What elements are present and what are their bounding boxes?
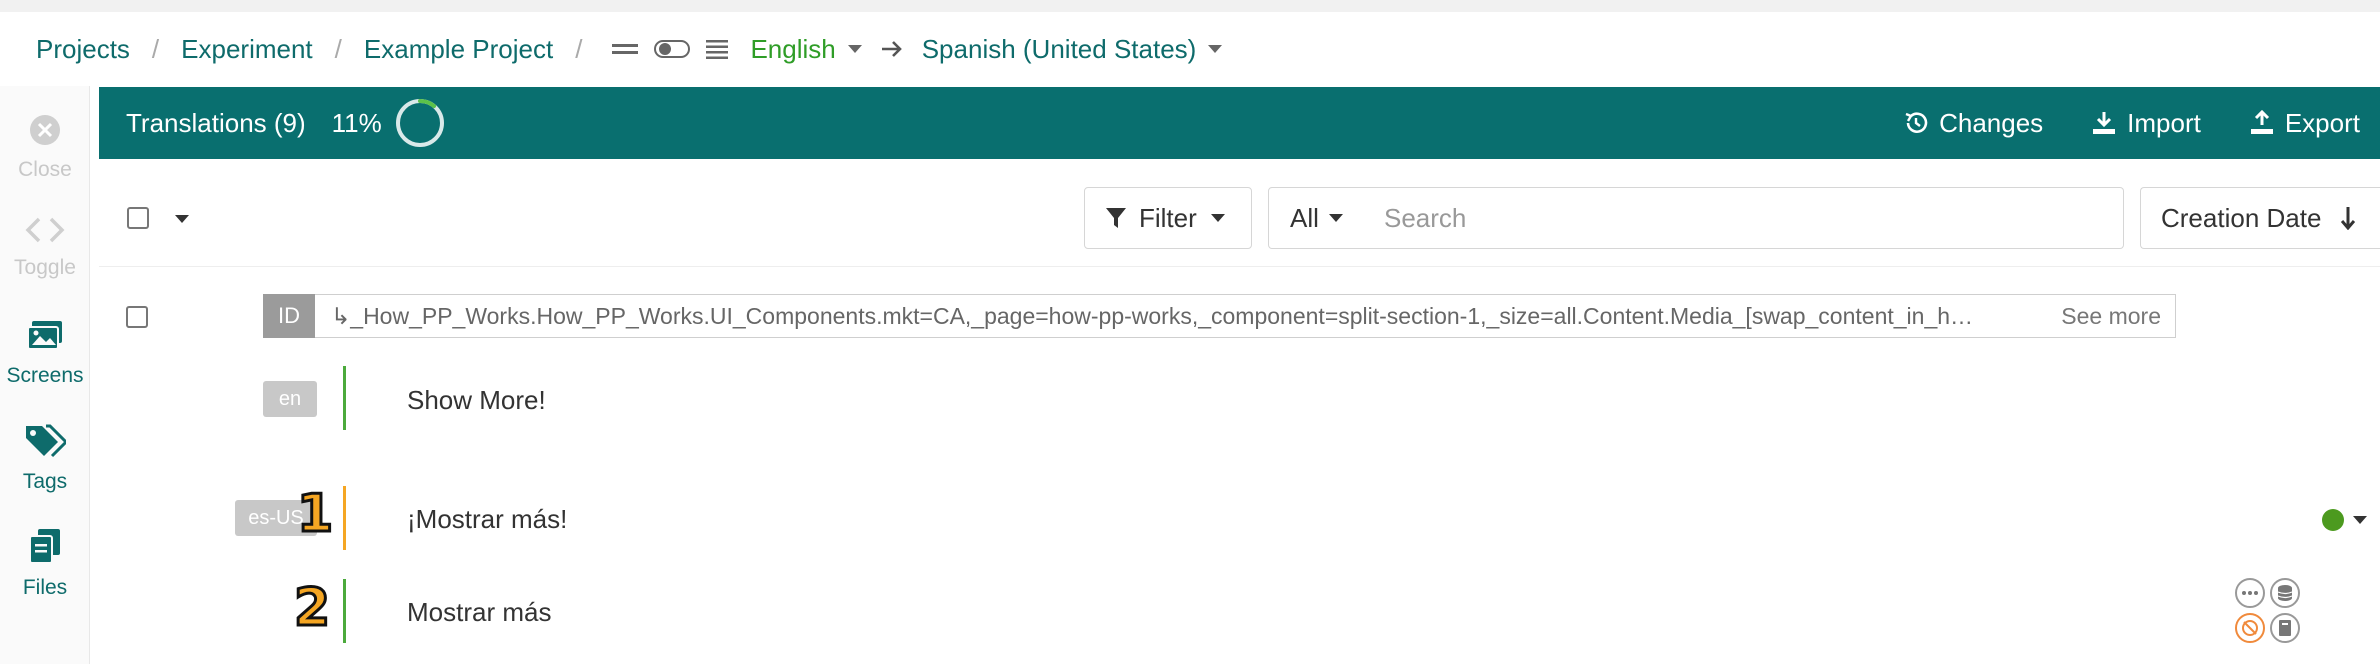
top-strip bbox=[0, 0, 2380, 12]
source-text: Show More! bbox=[407, 385, 546, 415]
header-actions: Changes Import Export bbox=[1903, 108, 2380, 139]
no-match-icon[interactable] bbox=[2235, 613, 2265, 643]
sort-label: Creation Date bbox=[2161, 202, 2322, 233]
sidebar-item-label: Files bbox=[22, 576, 68, 599]
progress-percent: 11% bbox=[331, 107, 382, 138]
sidebar-item-screens[interactable]: Screens bbox=[0, 320, 90, 388]
images-icon bbox=[27, 321, 62, 350]
filter-label: Filter bbox=[1139, 202, 1197, 233]
sidebar: Close Toggle Screens Tags Files bbox=[0, 86, 90, 664]
filter-icon bbox=[1106, 208, 1126, 228]
history-icon bbox=[1905, 112, 1928, 133]
suggestion-bar bbox=[343, 579, 346, 643]
export-label: Export bbox=[2284, 107, 2360, 138]
breadcrumb-projects[interactable]: Projects bbox=[36, 34, 130, 65]
export-icon bbox=[2250, 110, 2273, 134]
progress-ring bbox=[395, 99, 444, 147]
layout-lines-icon[interactable] bbox=[612, 42, 639, 56]
close-circle-icon bbox=[30, 115, 60, 145]
toggle-switch-icon[interactable] bbox=[654, 39, 691, 59]
bulk-actions-chevron-icon[interactable] bbox=[175, 215, 189, 223]
sidebar-item-label: Toggle bbox=[14, 256, 76, 279]
breadcrumb-separator: / bbox=[575, 33, 583, 64]
target-text[interactable]: ¡Mostrar más! bbox=[407, 504, 567, 535]
search-input[interactable] bbox=[1364, 187, 2124, 249]
breadcrumb-experiment[interactable]: Experiment bbox=[181, 34, 313, 65]
breadcrumb-separator: / bbox=[151, 33, 160, 64]
translation-row: ID ↳_How_PP_Works.How_PP_Works.UI_Compon… bbox=[99, 268, 2380, 664]
string-key: ↳_How_PP_Works.How_PP_Works.UI_Component… bbox=[331, 302, 1974, 329]
source-lang-badge: en bbox=[263, 381, 317, 417]
chevron-down-icon bbox=[1210, 214, 1225, 222]
code-brackets-icon bbox=[25, 217, 65, 243]
chevron-down-icon[interactable] bbox=[847, 45, 862, 53]
more-options-icon[interactable] bbox=[2235, 578, 2265, 608]
translation-memory-icon[interactable] bbox=[2270, 578, 2300, 608]
list-toolbar: Filter All Creation Date bbox=[99, 159, 2380, 267]
changes-label: Changes bbox=[1939, 107, 2044, 138]
import-icon bbox=[2093, 112, 2116, 134]
scope-label: All bbox=[1290, 202, 1319, 233]
sidebar-item-files[interactable]: Files bbox=[0, 528, 90, 600]
tags-icon bbox=[26, 424, 69, 458]
import-label: Import bbox=[2127, 107, 2201, 138]
changes-button[interactable]: Changes bbox=[1903, 108, 2043, 139]
translations-title: Translations (9) bbox=[126, 107, 306, 138]
row-checkbox[interactable] bbox=[126, 306, 148, 328]
sidebar-item-close[interactable]: Close bbox=[0, 114, 90, 182]
status-dot[interactable] bbox=[2322, 509, 2344, 531]
arrow-right-icon bbox=[880, 39, 904, 59]
export-button[interactable]: Export bbox=[2249, 108, 2360, 139]
glossary-book-icon[interactable] bbox=[2270, 613, 2300, 643]
sidebar-item-label: Close bbox=[18, 158, 72, 181]
id-label: ID bbox=[263, 294, 315, 338]
translations-header: Translations (9) 11% Changes Import Expo… bbox=[99, 87, 2380, 159]
breadcrumb: Projects / Experiment / Example Project … bbox=[0, 12, 2380, 86]
annotation-marker-1: 1 bbox=[295, 484, 334, 544]
chevron-down-icon bbox=[1328, 214, 1343, 222]
source-bar bbox=[343, 366, 346, 430]
see-more-link[interactable]: See more bbox=[2061, 303, 2161, 330]
breadcrumb-separator: / bbox=[334, 33, 342, 64]
status-chevron-down-icon[interactable] bbox=[2353, 516, 2367, 524]
files-icon bbox=[29, 529, 60, 564]
sidebar-item-label: Screens bbox=[6, 364, 84, 387]
sort-button[interactable]: Creation Date bbox=[2140, 187, 2380, 249]
annotation-marker-2: 2 bbox=[292, 578, 331, 638]
sidebar-item-tags[interactable]: Tags bbox=[0, 424, 90, 494]
target-language-select[interactable]: Spanish (United States) bbox=[922, 34, 1197, 65]
select-all-checkbox[interactable] bbox=[127, 207, 149, 229]
sort-descending-icon bbox=[2341, 207, 2356, 230]
sidebar-item-label: Tags bbox=[22, 470, 68, 493]
import-button[interactable]: Import bbox=[2091, 108, 2201, 139]
string-id-box: ID ↳_How_PP_Works.How_PP_Works.UI_Compon… bbox=[263, 294, 2176, 338]
source-language-select[interactable]: English bbox=[750, 34, 835, 65]
filter-button[interactable]: Filter bbox=[1084, 187, 1252, 249]
list-view-icon[interactable] bbox=[706, 38, 729, 60]
target-bar bbox=[343, 486, 346, 550]
breadcrumb-example-project[interactable]: Example Project bbox=[364, 34, 553, 65]
scope-select[interactable]: All bbox=[1268, 187, 1365, 249]
chevron-down-icon[interactable] bbox=[1208, 45, 1223, 53]
suggestion-text[interactable]: Mostrar más bbox=[407, 597, 551, 628]
sidebar-item-toggle[interactable]: Toggle bbox=[0, 216, 90, 280]
